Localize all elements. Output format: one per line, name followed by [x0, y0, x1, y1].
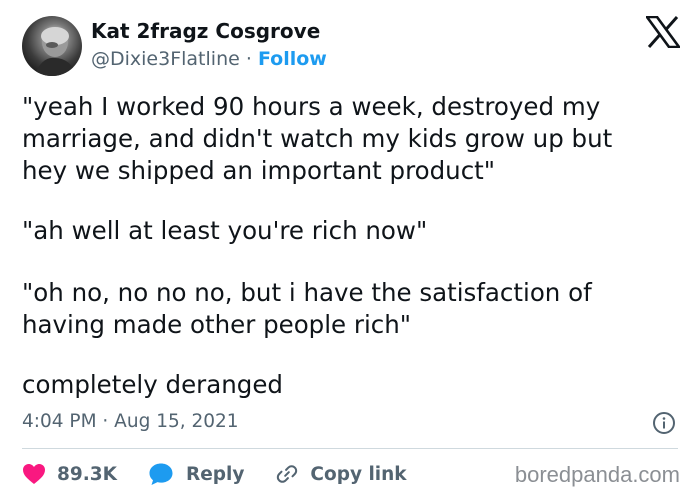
divider: [22, 448, 678, 449]
link-icon: [277, 465, 298, 483]
like-count: 89.3K: [57, 463, 117, 485]
timestamp[interactable]: 4:04 PM · Aug 15, 2021: [22, 411, 239, 432]
reply-label: Reply: [185, 463, 245, 485]
handle[interactable]: @Dixie3Flatline: [91, 48, 240, 70]
paragraph-2: "ah well at least you're rich now": [22, 215, 427, 247]
paragraph-1: "yeah I worked 90 hours a week, destroye…: [22, 91, 612, 187]
watermark: boredpanda.com: [514, 462, 680, 487]
avatar[interactable]: [22, 16, 82, 76]
heart-icon: [23, 464, 45, 484]
x-logo-icon[interactable]: [644, 15, 682, 49]
copy-link-label: Copy link: [310, 463, 407, 485]
handle-row: @Dixie3Flatline · Follow: [91, 48, 327, 70]
paragraph-4: completely deranged: [22, 369, 283, 401]
like-button[interactable]: 89.3K: [22, 463, 117, 485]
tweet-line: "oh no, no no no, but i have the satisfa…: [22, 278, 592, 307]
tweet-line: "ah well at least you're rich now": [22, 216, 428, 245]
action-bar: 89.3K Reply Copy link: [22, 461, 407, 487]
follow-button[interactable]: Follow: [258, 48, 327, 70]
reply-bubble-icon: [149, 463, 173, 485]
info-icon[interactable]: [652, 411, 676, 435]
reply-button[interactable]: Reply: [148, 462, 244, 486]
tweet-line: marriage, and didn't watch my kids grow …: [22, 124, 613, 153]
tweet-line: "yeah I worked 90 hours a week, destroye…: [22, 92, 601, 121]
paragraph-3: "oh no, no no no, but i have the satisfa…: [22, 277, 592, 341]
separator: ·: [239, 48, 258, 70]
tweet-line: hey we shipped an important product": [22, 156, 496, 185]
display-name[interactable]: Kat 2fragz Cosgrove: [91, 19, 320, 43]
tweet-line: completely deranged: [22, 370, 283, 399]
copy-link-button[interactable]: Copy link: [276, 463, 407, 485]
tweet-line: having made other people rich": [22, 310, 412, 339]
